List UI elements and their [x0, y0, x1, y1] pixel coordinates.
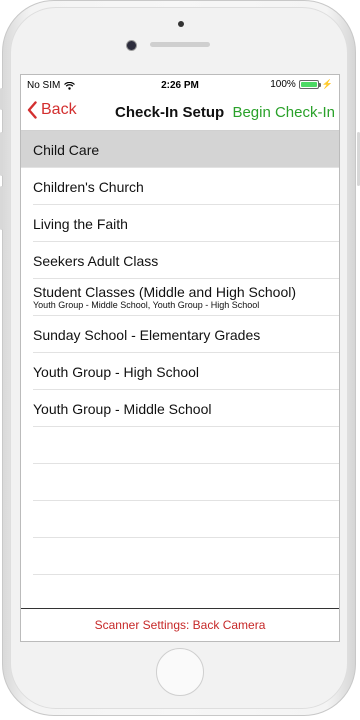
list-item[interactable]: Student Classes (Middle and High School)… — [21, 279, 339, 316]
empty-row — [21, 538, 339, 575]
navigation-bar: Back Check-In Setup Begin Check-In — [21, 95, 339, 131]
list-item-title: Student Classes (Middle and High School) — [33, 284, 297, 300]
list-item[interactable]: Living the Faith — [21, 205, 339, 242]
list-item-title: Child Care — [33, 141, 100, 158]
page-title: Check-In Setup — [115, 104, 225, 121]
empty-row — [21, 427, 339, 464]
sensor-icon — [126, 40, 137, 51]
home-button[interactable] — [156, 648, 204, 696]
chevron-left-icon — [27, 101, 37, 119]
list-item[interactable]: Sunday School - Elementary Grades — [21, 316, 339, 353]
status-right: 100% ⚡ — [270, 79, 333, 90]
volume-down-button — [0, 186, 3, 230]
mute-switch — [0, 88, 3, 110]
scanner-settings-button[interactable]: Scanner Settings: Back Camera — [21, 608, 339, 641]
empty-row — [21, 501, 339, 538]
list-item-title: Sunday School - Elementary Grades — [33, 326, 261, 343]
charging-bolt-icon: ⚡ — [321, 79, 333, 89]
list-item-subtitle: Youth Group - Middle School, Youth Group… — [33, 300, 260, 310]
empty-row — [21, 464, 339, 501]
list-item-title: Living the Faith — [33, 215, 128, 232]
battery-icon — [298, 80, 321, 89]
list-item[interactable]: Youth Group - Middle School — [21, 390, 339, 427]
list-item-title: Youth Group - High School — [33, 363, 200, 380]
back-label: Back — [41, 101, 77, 118]
list-item[interactable]: Seekers Adult Class — [21, 242, 339, 279]
empty-row — [21, 575, 339, 612]
earpiece-speaker — [150, 42, 210, 47]
list-item-title: Seekers Adult Class — [33, 252, 159, 269]
battery-percent: 100% — [270, 79, 296, 90]
app-screen: No SIM 2:26 PM 100% ⚡ Back Check-In Setu… — [20, 74, 340, 642]
battery-level-fill — [300, 82, 317, 87]
class-list: Child Care Children's Church Living the Fa… — [21, 131, 339, 612]
list-item[interactable]: Child Care — [21, 131, 339, 168]
front-camera-icon — [178, 21, 184, 27]
list-item-title: Youth Group - Middle School — [33, 400, 212, 417]
list-item[interactable]: Youth Group - High School — [21, 353, 339, 390]
list-item[interactable]: Children's Church — [21, 168, 339, 205]
status-bar: No SIM 2:26 PM 100% ⚡ — [21, 75, 339, 95]
list-item-title: Children's Church — [33, 178, 144, 195]
volume-up-button — [0, 132, 3, 176]
begin-check-in-button[interactable]: Begin Check-In — [232, 104, 335, 121]
back-button[interactable]: Back — [27, 101, 77, 119]
